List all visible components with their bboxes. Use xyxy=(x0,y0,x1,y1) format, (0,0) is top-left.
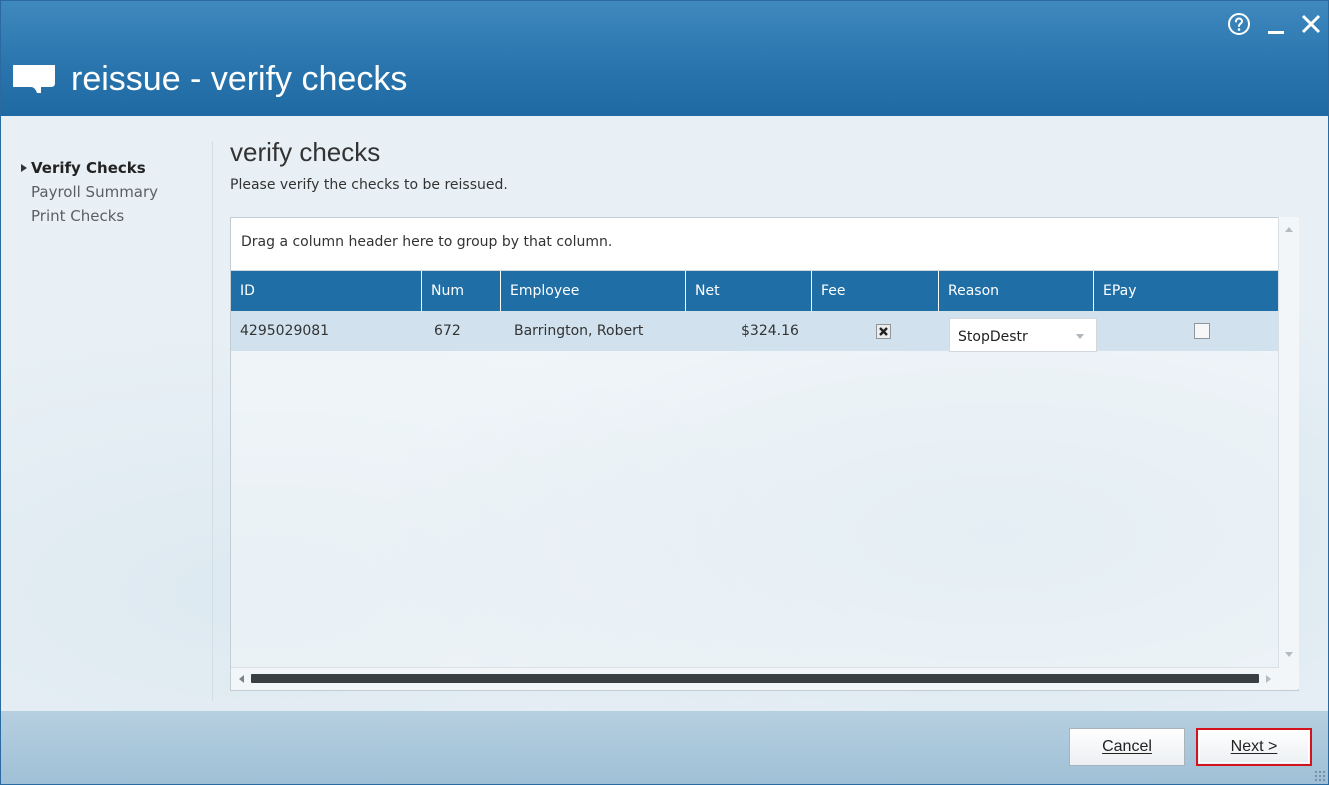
horizontal-scrollbar[interactable] xyxy=(231,667,1279,690)
window-title: reissue - verify checks xyxy=(71,60,408,98)
column-header-employee[interactable]: Employee xyxy=(500,271,685,311)
column-header-reason[interactable]: Reason xyxy=(938,271,1093,311)
column-header-id[interactable]: ID xyxy=(231,271,421,311)
group-by-hint: Drag a column header here to group by th… xyxy=(241,234,613,250)
app-logo-icon xyxy=(13,65,55,93)
nav-step-verify-checks[interactable]: Verify Checks xyxy=(21,156,206,180)
cancel-button[interactable]: Cancel xyxy=(1069,728,1185,766)
reason-dropdown[interactable]: StopDestr xyxy=(949,318,1097,352)
cell-id: 4295029081 xyxy=(240,323,330,339)
cell-num: 672 xyxy=(434,323,461,339)
nav-divider xyxy=(212,141,213,701)
title-bar: reissue - verify checks xyxy=(1,1,1328,116)
nav-step-label: Print Checks xyxy=(31,207,125,225)
scroll-right-icon[interactable] xyxy=(1266,675,1271,683)
epay-checkbox[interactable] xyxy=(1194,323,1210,339)
reason-selected-value: StopDestr xyxy=(958,329,1028,345)
checkbox-x-icon xyxy=(879,327,888,336)
page-subheading: Please verify the checks to be reissued. xyxy=(230,177,508,193)
column-header-epay[interactable]: EPay xyxy=(1093,271,1279,311)
grid-header-row: ID Num Employee Net Fee Reason EPay xyxy=(231,271,1298,311)
column-header-net[interactable]: Net xyxy=(685,271,811,311)
nav-step-label: Payroll Summary xyxy=(31,183,159,201)
checks-grid: Drag a column header here to group by th… xyxy=(230,217,1299,691)
reissue-dialog: reissue - verify checks Verify Checks Pa… xyxy=(0,0,1329,785)
window-controls xyxy=(1226,7,1322,41)
page-heading: verify checks xyxy=(230,137,381,167)
wizard-steps-nav: Verify Checks Payroll Summary Print Chec… xyxy=(21,156,206,228)
close-icon[interactable] xyxy=(1300,11,1322,37)
fee-checkbox[interactable] xyxy=(876,324,891,339)
scroll-down-icon[interactable] xyxy=(1285,652,1293,657)
scroll-up-icon[interactable] xyxy=(1285,227,1293,232)
group-by-panel[interactable]: Drag a column header here to group by th… xyxy=(231,218,1298,271)
dialog-footer: Cancel Next > xyxy=(1,711,1328,784)
minimize-icon[interactable] xyxy=(1266,11,1286,37)
nav-step-print-checks[interactable]: Print Checks xyxy=(31,204,206,228)
help-icon[interactable] xyxy=(1226,11,1252,37)
wizard-content: Verify Checks Payroll Summary Print Chec… xyxy=(1,116,1328,711)
resize-grip-icon[interactable] xyxy=(1314,770,1326,782)
cell-employee: Barrington, Robert xyxy=(514,323,644,339)
table-row[interactable]: 4295029081 672 Barrington, Robert $324.1… xyxy=(231,311,1298,352)
scroll-left-icon[interactable] xyxy=(239,675,244,683)
vertical-scrollbar[interactable] xyxy=(1278,217,1299,689)
nav-step-label: Verify Checks xyxy=(31,159,146,177)
nav-step-payroll-summary[interactable]: Payroll Summary xyxy=(31,180,206,204)
horizontal-scroll-thumb[interactable] xyxy=(251,674,1259,683)
column-header-fee[interactable]: Fee xyxy=(811,271,938,311)
current-step-arrow-icon xyxy=(21,164,27,172)
cell-net: $324.16 xyxy=(741,323,799,339)
chevron-down-icon xyxy=(1076,334,1084,339)
next-button[interactable]: Next > xyxy=(1196,728,1312,766)
column-header-num[interactable]: Num xyxy=(421,271,500,311)
